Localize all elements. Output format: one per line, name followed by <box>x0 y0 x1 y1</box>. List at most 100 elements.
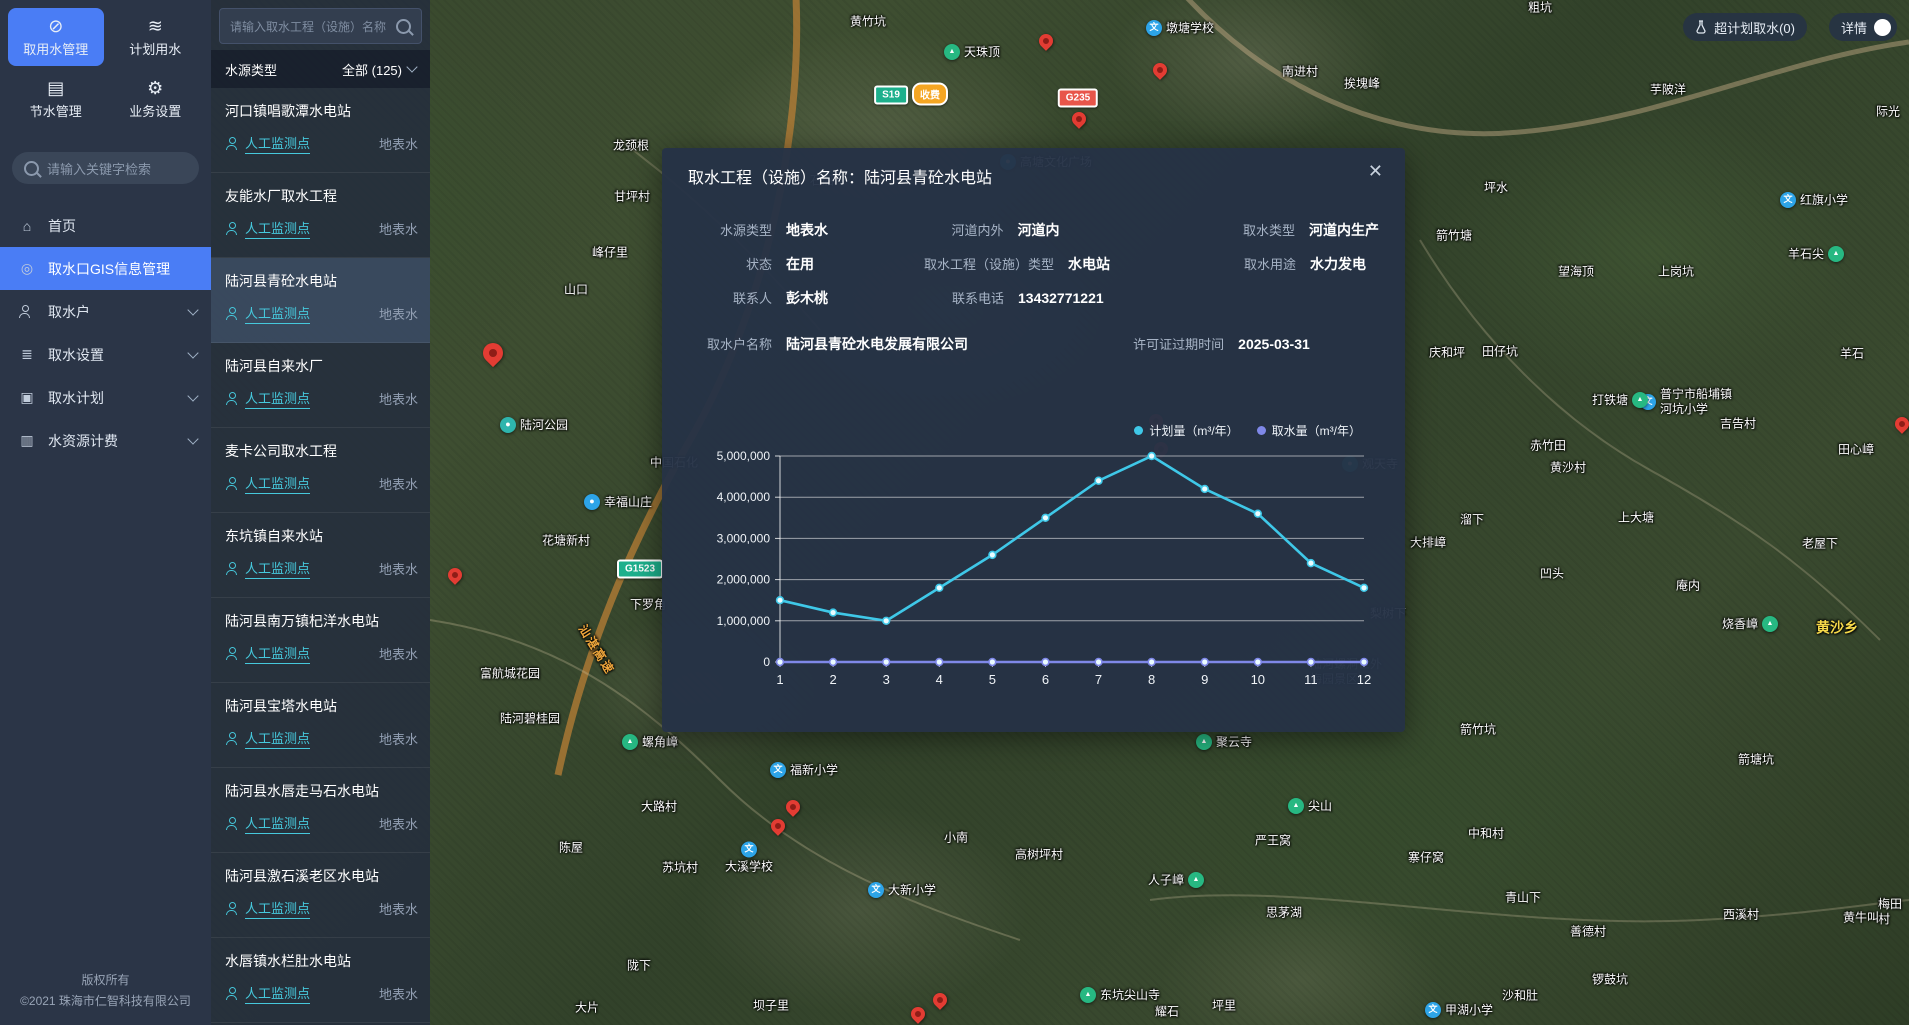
close-icon[interactable]: ✕ <box>1368 162 1383 180</box>
chart-point[interactable] <box>989 659 996 666</box>
chart-point[interactable] <box>1201 486 1208 493</box>
chart-point[interactable] <box>1308 659 1315 666</box>
chart-point[interactable] <box>830 659 837 666</box>
map-label-text: 甘坪村 <box>614 190 650 205</box>
monitor-type-link[interactable]: 人工监测点 <box>245 643 310 664</box>
sidebar-item-user[interactable]: 取水户 <box>0 290 211 333</box>
map-label-place: 老屋下 <box>1802 537 1838 552</box>
station-list-item[interactable]: 陆河县宝塔水电站人工监测点地表水 <box>211 683 430 768</box>
chart-point[interactable] <box>1361 659 1368 666</box>
monitor-type-link[interactable]: 人工监测点 <box>245 218 310 239</box>
map-label-place: 甘坪村 <box>614 190 650 205</box>
water-source-type: 地表水 <box>379 304 418 323</box>
chart-point[interactable] <box>1201 659 1208 666</box>
modal-field: 河道内外河道内 <box>924 220 1215 240</box>
copyright-line1: 版权所有 <box>0 970 211 990</box>
monitor-type-link[interactable]: 人工监测点 <box>245 983 310 1004</box>
chart-point[interactable] <box>883 659 890 666</box>
chart-point[interactable] <box>1361 584 1368 591</box>
sidebar-item-plan[interactable]: ▣取水计划 <box>0 376 211 419</box>
svg-text:8: 8 <box>1148 672 1155 687</box>
map-label-text: 庆和坪 <box>1429 346 1465 361</box>
monitor-type-link[interactable]: 人工监测点 <box>245 813 310 834</box>
monitor-type-link[interactable]: 人工监测点 <box>245 133 310 154</box>
chart-point[interactable] <box>1308 560 1315 567</box>
map-label-place: 花塘新村 <box>542 534 590 549</box>
chart-point[interactable] <box>1254 510 1261 517</box>
chart-point[interactable] <box>777 597 784 604</box>
map-label-place: 陈屋 <box>559 841 583 856</box>
sidebar-search-input[interactable]: 请输入关键字检索 <box>12 152 199 184</box>
station-list-item[interactable]: 陆河县激石溪老区水电站人工监测点地表水 <box>211 853 430 938</box>
chart-point[interactable] <box>1042 659 1049 666</box>
chart-point[interactable] <box>1148 659 1155 666</box>
monitor-type-link[interactable]: 人工监测点 <box>245 473 310 494</box>
module-plan-water[interactable]: ≋ 计划用水 <box>108 8 204 66</box>
detail-toggle[interactable]: 详情 <box>1829 13 1897 41</box>
chart-point[interactable] <box>936 659 943 666</box>
map-label-place: 大路村 <box>641 800 677 815</box>
toggle-knob-icon[interactable] <box>1874 19 1891 36</box>
chevron-down-icon <box>187 347 198 358</box>
station-search-placeholder: 请输入取水工程（设施）名称 <box>230 18 388 35</box>
menu-item-label: 取水设置 <box>48 345 104 365</box>
over-plan-intake-button[interactable]: 超计划取水(0) <box>1683 13 1807 41</box>
modal-field: 水源类型地表水 <box>692 220 924 240</box>
station-list-item[interactable]: 陆河县南万镇杞洋水电站人工监测点地表水 <box>211 598 430 683</box>
map-label-text: 际光 <box>1876 105 1900 120</box>
station-list-item[interactable]: 东坑镇自来水站人工监测点地表水 <box>211 513 430 598</box>
chart-point[interactable] <box>1095 477 1102 484</box>
map-label-place: 富航城花园 <box>480 667 540 682</box>
modal-field-row: 状态在用取水工程（设施）类型水电站取水用途水力发电 <box>692 254 1379 274</box>
chart-point[interactable] <box>1148 453 1155 460</box>
station-list-item[interactable]: 陆河县自来水厂人工监测点地表水 <box>211 343 430 428</box>
module-business-settings[interactable]: ⚙业务设置 <box>108 70 204 128</box>
sidebar-item-database[interactable]: ≣取水设置 <box>0 333 211 376</box>
chart-point[interactable] <box>1042 514 1049 521</box>
chart-point[interactable] <box>830 609 837 616</box>
module-label: 计划用水 <box>129 39 181 58</box>
station-list-item[interactable]: 麦卡公司取水工程人工监测点地表水 <box>211 428 430 513</box>
legend-item[interactable]: 计划量（m³/年） <box>1134 422 1238 439</box>
chart-point[interactable] <box>936 584 943 591</box>
station-list-item[interactable]: 水唇镇水栏肚水电站人工监测点地表水 <box>211 938 430 1023</box>
water-source-type: 地表水 <box>379 899 418 918</box>
monitor-type-link[interactable]: 人工监测点 <box>245 898 310 919</box>
module-water-saving[interactable]: ▤节水管理 <box>8 70 104 128</box>
station-list-item[interactable]: 友能水厂取水工程人工监测点地表水 <box>211 173 430 258</box>
map-label-text: 庵内 <box>1676 579 1700 594</box>
source-type-filter[interactable]: 水源类型 全部 (125) <box>211 50 430 88</box>
map-label-text: 大路村 <box>641 800 677 815</box>
monitor-type-link[interactable]: 人工监测点 <box>245 558 310 579</box>
sidebar-item-location-pin[interactable]: ◎取水口GIS信息管理 <box>0 247 211 290</box>
plan-water-icon: ≋ <box>148 17 163 35</box>
map-label-text: 大排嶂 <box>1410 536 1446 551</box>
sidebar-menu: ⌂首页◎取水口GIS信息管理取水户≣取水设置▣取水计划▥水资源计费 <box>0 204 211 960</box>
water-intake-icon: ⊘ <box>48 17 63 35</box>
station-list-item[interactable]: 陆河县水唇走马石水电站人工监测点地表水 <box>211 768 430 853</box>
map-label-place: 陆河碧桂园 <box>500 712 560 727</box>
map-label-text: 粗坑 <box>1528 1 1552 16</box>
person-icon <box>225 732 239 745</box>
chart-point[interactable] <box>989 551 996 558</box>
monitor-type-link[interactable]: 人工监测点 <box>245 728 310 749</box>
chart-point[interactable] <box>1254 659 1261 666</box>
monitor-type-link[interactable]: 人工监测点 <box>245 303 310 324</box>
station-list-item[interactable]: 陆河县青砼水电站人工监测点地表水 <box>211 258 430 343</box>
monitor-type-link[interactable]: 人工监测点 <box>245 388 310 409</box>
svg-text:10: 10 <box>1251 672 1265 687</box>
chart-point[interactable] <box>1095 659 1102 666</box>
sidebar-item-home[interactable]: ⌂首页 <box>0 204 211 247</box>
map-label-place: 大排嶂 <box>1410 536 1446 551</box>
station-search-input[interactable]: 请输入取水工程（设施）名称 <box>219 8 422 44</box>
station-list-item[interactable]: 河口镇唱歌潭水电站人工监测点地表水 <box>211 88 430 173</box>
chart-point[interactable] <box>777 659 784 666</box>
legend-item[interactable]: 取水量（m³/年） <box>1257 422 1361 439</box>
map-label-school: 文甲湖小学 <box>1425 1002 1493 1018</box>
sidebar-item-billing[interactable]: ▥水资源计费 <box>0 419 211 462</box>
module-water-intake[interactable]: ⊘取用水管理 <box>8 8 104 66</box>
water-source-type: 地表水 <box>379 474 418 493</box>
water-source-type: 地表水 <box>379 389 418 408</box>
map-label-place: 寨仔窝 <box>1408 851 1444 866</box>
chart-point[interactable] <box>883 617 890 624</box>
